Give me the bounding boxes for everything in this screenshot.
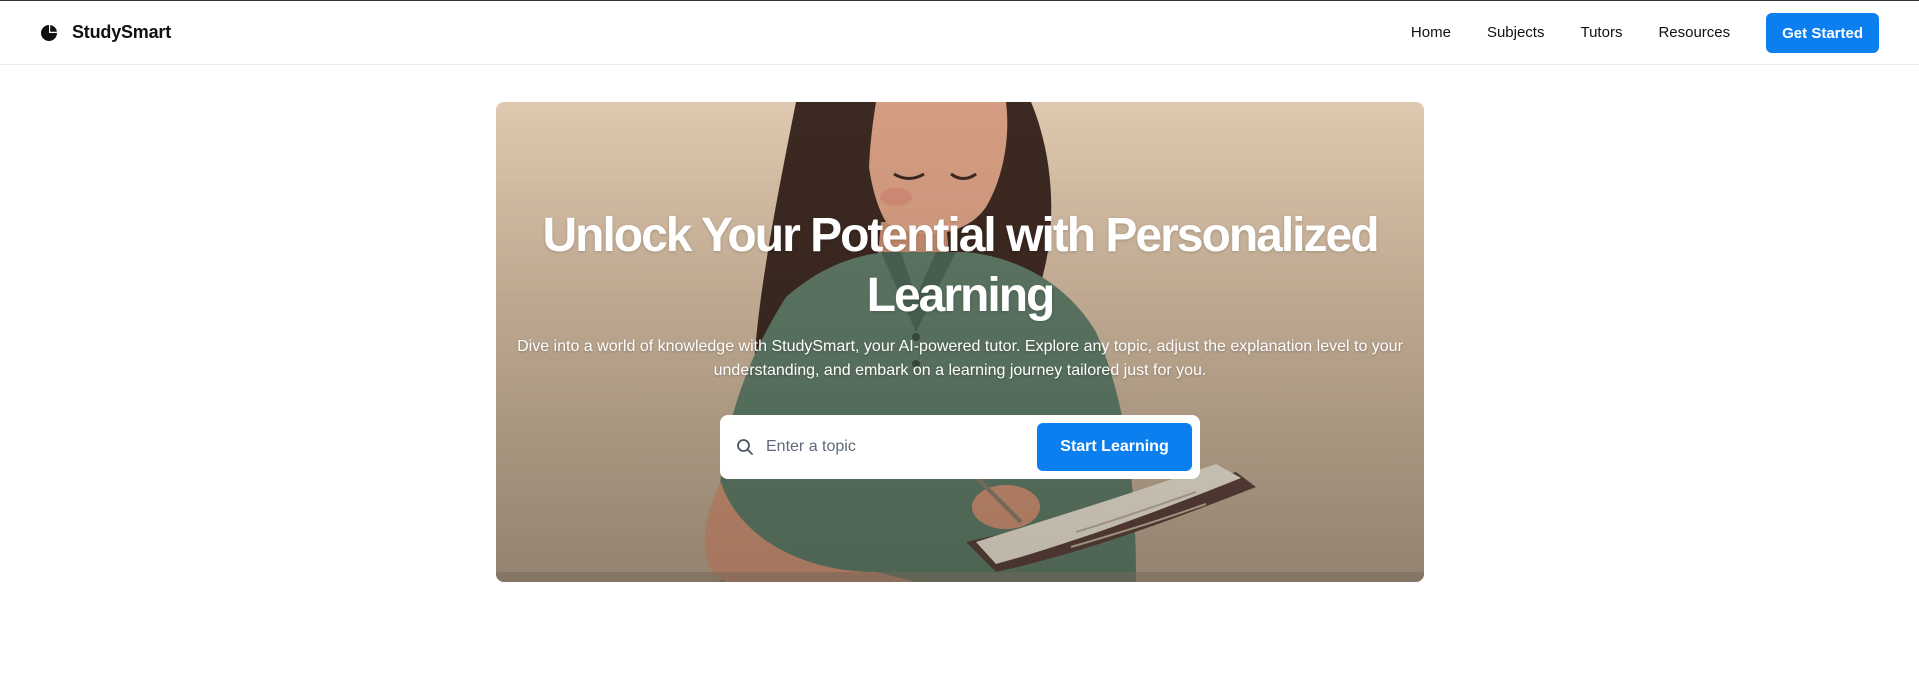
- hero-subtitle: Dive into a world of knowledge with Stud…: [517, 338, 1403, 379]
- brand[interactable]: StudySmart: [40, 22, 171, 43]
- brand-name: StudySmart: [72, 22, 172, 42]
- search-icon: [737, 439, 753, 455]
- logo-icon: [41, 24, 57, 41]
- get-started-button[interactable]: Get Started: [1766, 13, 1879, 53]
- top-navbar: StudySmart Home Subjects Tutors Resource…: [0, 1, 1919, 65]
- topic-search-form: Start Learning: [720, 415, 1200, 479]
- main-nav: Home Subjects Tutors Resources Get Start…: [1411, 13, 1879, 53]
- nav-link-tutors[interactable]: Tutors: [1580, 13, 1622, 53]
- hero-content: Unlock Your Potential with Personalized …: [496, 102, 1424, 582]
- start-learning-button[interactable]: Start Learning: [1037, 423, 1192, 471]
- hero-banner: Unlock Your Potential with Personalized …: [496, 102, 1424, 582]
- nav-link-subjects[interactable]: Subjects: [1487, 13, 1545, 53]
- topic-search-input[interactable]: [764, 431, 1014, 463]
- nav-link-home[interactable]: Home: [1411, 13, 1451, 53]
- hero-title: Unlock Your Potential with Personalized …: [542, 209, 1379, 322]
- nav-link-resources[interactable]: Resources: [1658, 13, 1730, 53]
